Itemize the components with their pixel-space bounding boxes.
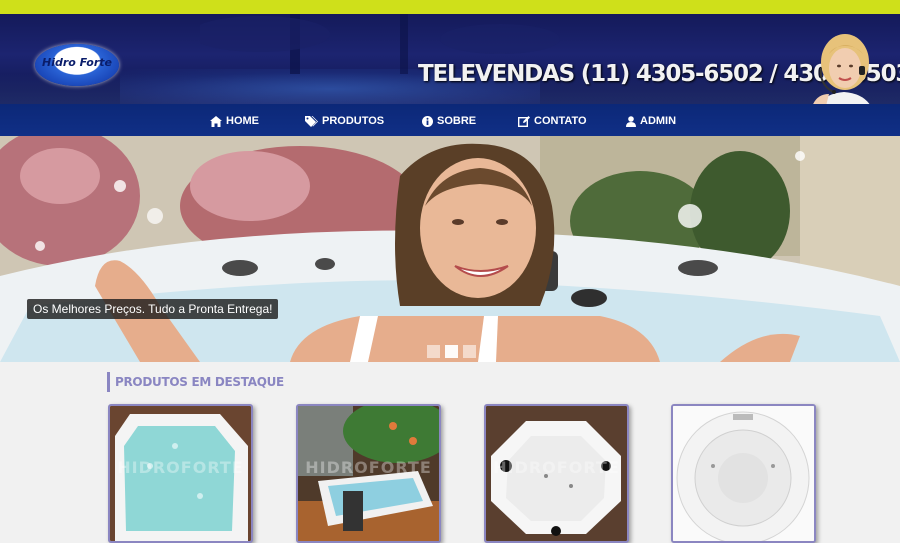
user-icon (626, 115, 636, 127)
nav-produtos-label: PRODUTOS (322, 115, 385, 127)
slider-dot-3[interactable] (463, 345, 476, 358)
nav-admin[interactable]: ADMIN (626, 113, 676, 129)
featured-products-title: PRODUTOS EM DESTAQUE (107, 372, 284, 392)
slider-caption: Os Melhores Preços. Tudo a Pronta Entreg… (27, 299, 279, 319)
nav-contato-label: CONTATO (534, 115, 587, 127)
nav-home-label: HOME (226, 115, 259, 127)
nav-produtos[interactable]: PRODUTOS (305, 113, 384, 129)
round-white-bathtub-photo (673, 406, 814, 541)
top-accent-bar (0, 0, 900, 14)
nav-sobre[interactable]: SOBRE (422, 113, 476, 129)
call-center-operator-image (813, 34, 870, 104)
main-nav: HOME PRODUTOS SOBRE CONTATO ADMIN (0, 104, 900, 136)
nav-home[interactable]: HOME (210, 113, 259, 129)
edit-icon (518, 115, 530, 127)
site-header: Hidro Forte TELEVENDAS (11) 4305-6502 / … (0, 14, 900, 104)
nav-admin-label: ADMIN (640, 115, 677, 127)
tags-icon (305, 115, 318, 127)
info-icon (422, 115, 433, 127)
watermark: HIDROFORTE (305, 458, 432, 477)
slider-dot-1[interactable] (427, 345, 440, 358)
product-card-2[interactable]: HIDROFORTE (296, 404, 441, 543)
nav-contato[interactable]: CONTATO (518, 113, 587, 129)
logo[interactable]: Hidro Forte (35, 44, 119, 86)
watermark: HIDROFORTE (117, 458, 244, 477)
hero-slider[interactable] (0, 136, 900, 362)
product-card-1[interactable]: HIDROFORTE (108, 404, 253, 543)
watermark: HIDROFORTE (493, 458, 620, 477)
hero-image-woman-in-hot-tub (0, 136, 900, 362)
nav-sobre-label: SOBRE (437, 115, 477, 127)
slider-dot-2[interactable] (445, 345, 458, 358)
home-icon (210, 115, 222, 127)
product-card-4[interactable] (671, 404, 816, 543)
product-card-3[interactable]: HIDROFORTE (484, 404, 629, 543)
logo-text: Hidro Forte (41, 56, 113, 69)
